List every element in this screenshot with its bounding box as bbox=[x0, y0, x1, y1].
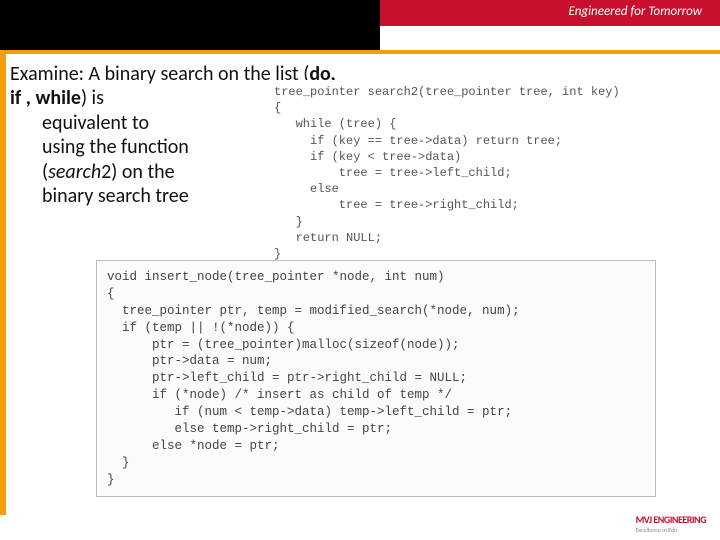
l4-italic: search bbox=[48, 160, 101, 184]
code-block-insert-node: void insert_node(tree_pointer *node, int… bbox=[96, 260, 656, 497]
l4-post: 2) on the bbox=[101, 160, 174, 184]
footer-sub: Excellence in Edu bbox=[636, 526, 706, 534]
l1-post: ) is bbox=[81, 86, 104, 110]
l1-pre: Examine: A binary search on the list ( bbox=[10, 62, 309, 86]
code-block-search2: tree_pointer search2(tree_pointer tree, … bbox=[268, 80, 708, 266]
orange-rule bbox=[0, 50, 720, 54]
orange-side bbox=[0, 50, 6, 515]
title-block bbox=[0, 0, 380, 50]
banner-tagline: Engineered for Tomorrow bbox=[568, 4, 702, 19]
footer-brand: MVJ ENGINEERING bbox=[636, 513, 706, 526]
footer-logo: MVJ ENGINEERING Excellence in Edu bbox=[636, 513, 706, 534]
